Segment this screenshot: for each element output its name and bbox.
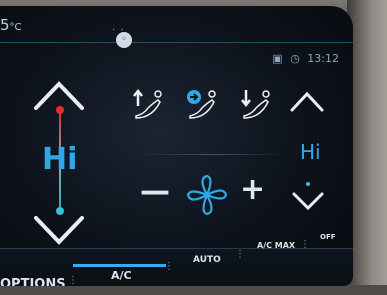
clock-time: 13:12 xyxy=(307,52,339,65)
climate-screen: 5°C · · ◦ ▣ ◷ 13:12 Hi — + Hi OPTIONS ⋮ … xyxy=(0,6,353,286)
auto-button[interactable]: AUTO xyxy=(193,255,221,265)
status-bar xyxy=(0,6,353,43)
outside-temp-value: 5 xyxy=(0,16,10,34)
menu-separator: ⋮ xyxy=(300,239,310,250)
status-icons: ▣ ◷ 13:12 xyxy=(268,52,339,65)
menu-separator: ⋮ xyxy=(68,275,78,286)
airflow-face-button[interactable] xyxy=(128,84,168,124)
ac-active-indicator xyxy=(73,264,166,267)
fan-decrease-button[interactable]: — xyxy=(140,174,170,209)
fan-increase-button[interactable]: + xyxy=(240,172,265,207)
notification-icon[interactable]: ◦ xyxy=(116,32,132,48)
dashboard-right xyxy=(347,0,387,295)
dashboard-bottom xyxy=(0,285,387,295)
center-divider xyxy=(136,154,286,155)
left-temp-label: Hi xyxy=(42,142,78,177)
ac-max-button[interactable]: A/C MAX xyxy=(257,241,295,250)
left-hot-indicator xyxy=(56,106,64,114)
phone-icon: ▣ xyxy=(272,52,283,65)
right-temp-up-button[interactable] xyxy=(284,80,330,126)
bottom-menu: OPTIONS ⋮ A/C ⋮ AUTO ⋮ A/C MAX ⋮ OFF xyxy=(0,233,353,286)
right-temp-label: Hi xyxy=(300,140,321,164)
right-temp-down-button[interactable] xyxy=(286,176,330,220)
outside-temp-unit: °C xyxy=(9,22,22,33)
ac-button[interactable]: A/C xyxy=(111,269,132,282)
off-button[interactable]: OFF xyxy=(320,233,336,241)
airflow-feet-button[interactable] xyxy=(236,84,276,124)
outside-temperature: 5°C xyxy=(0,16,22,34)
clock-icon: ◷ xyxy=(290,52,300,65)
menu-separator: ⋮ xyxy=(235,249,245,260)
airflow-face-feet-button[interactable] xyxy=(182,84,222,124)
fan-icon xyxy=(186,174,228,216)
options-button[interactable]: OPTIONS xyxy=(0,277,66,286)
